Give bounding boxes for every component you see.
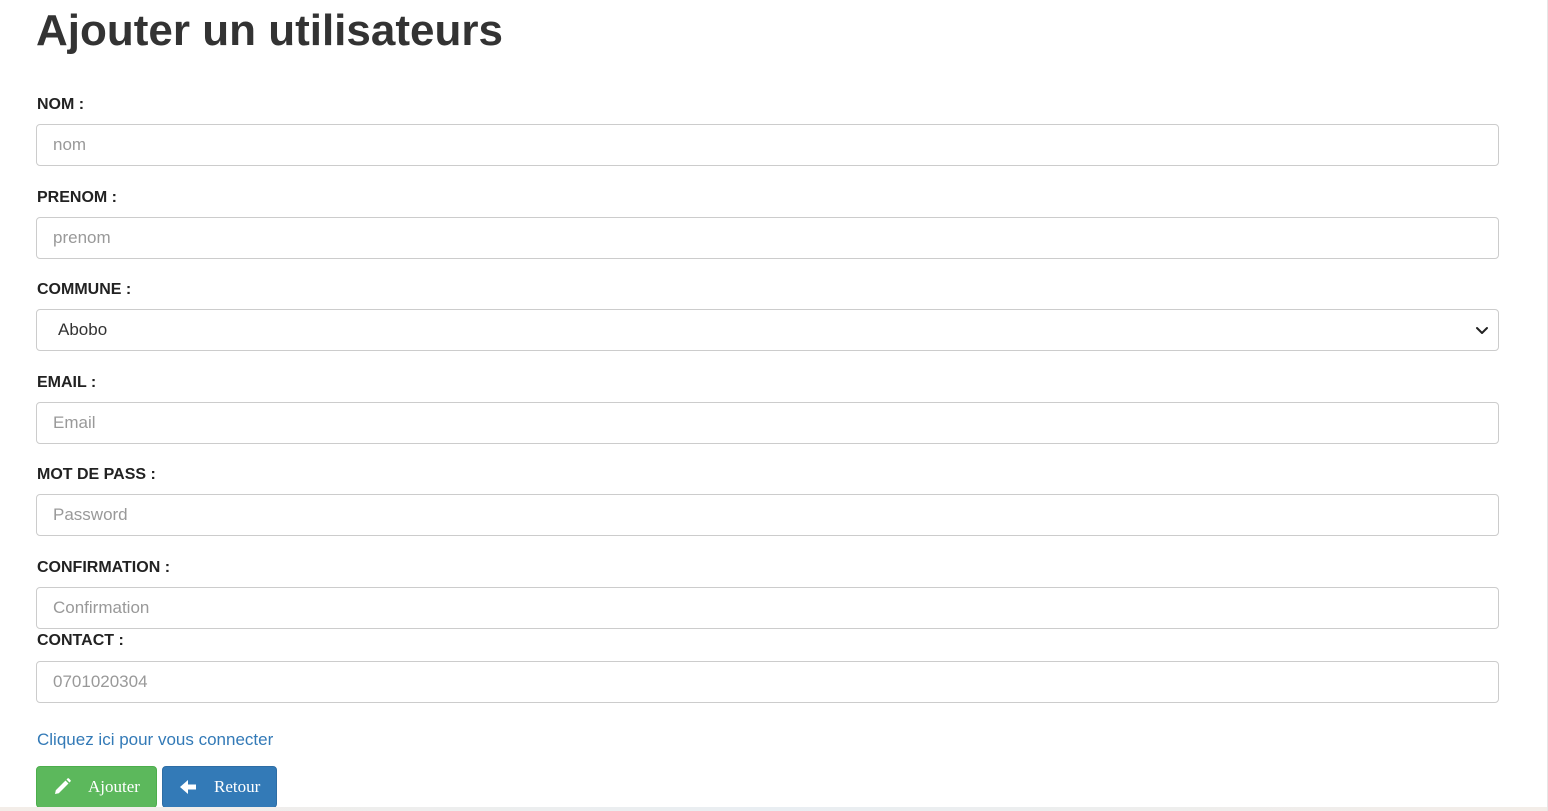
chevron-down-icon bbox=[1476, 327, 1488, 334]
pencil-icon bbox=[55, 778, 71, 794]
bottom-divider bbox=[0, 807, 1548, 811]
password-input[interactable] bbox=[36, 494, 1499, 536]
add-button[interactable]: Ajouter bbox=[36, 766, 157, 808]
contact-label: CONTACT : bbox=[37, 632, 124, 649]
nom-input[interactable] bbox=[36, 124, 1499, 166]
add-button-label: Ajouter bbox=[88, 777, 140, 796]
email-label: EMAIL : bbox=[37, 374, 97, 391]
page-title: Ajouter un utilisateurs bbox=[36, 6, 503, 55]
prenom-label: PRENOM : bbox=[37, 189, 117, 206]
commune-label: COMMUNE : bbox=[37, 281, 132, 298]
prenom-input[interactable] bbox=[36, 217, 1499, 259]
password-label: MOT DE PASS : bbox=[37, 466, 156, 483]
email-input[interactable] bbox=[36, 402, 1499, 444]
nom-label: NOM : bbox=[37, 96, 85, 113]
add-user-page: Ajouter un utilisateurs NOM : PRENOM : C… bbox=[0, 0, 1548, 811]
arrow-left-icon bbox=[180, 780, 196, 794]
confirmation-input[interactable] bbox=[36, 587, 1499, 629]
back-button-label: Retour bbox=[214, 777, 261, 796]
commune-select[interactable]: Abobo bbox=[36, 309, 1499, 351]
back-button[interactable]: Retour bbox=[162, 766, 277, 808]
contact-input[interactable] bbox=[36, 661, 1499, 703]
commune-selected-value: Abobo bbox=[58, 320, 108, 339]
login-link[interactable]: Cliquez ici pour vous connecter bbox=[37, 730, 273, 750]
confirmation-label: CONFIRMATION : bbox=[37, 559, 171, 576]
